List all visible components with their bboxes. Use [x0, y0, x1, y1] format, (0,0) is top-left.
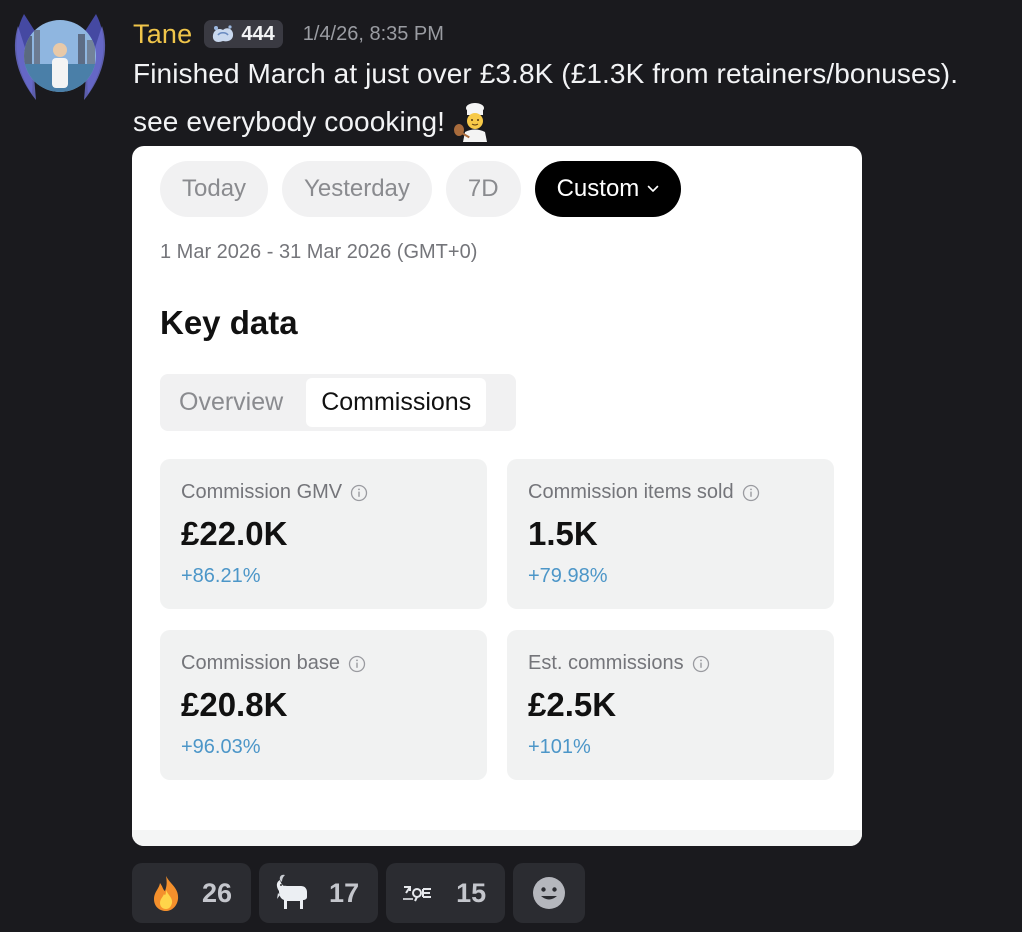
metric-label: Commission base	[181, 652, 366, 675]
metric-label: Commission items sold	[528, 481, 760, 504]
message-text-line-2-text: see everybody coooking!	[133, 106, 446, 137]
goat-icon	[276, 874, 308, 909]
metric-tile-est-commissions[interactable]: Est. commissions £2.5K +101%	[507, 630, 834, 780]
message-text-line-2: see everybody coooking!	[133, 102, 493, 142]
reactions-bar: 26 17 15	[132, 863, 586, 923]
avatar[interactable]	[10, 6, 110, 106]
date-range: 1 Mar 2026 - 31 Mar 2026 (GMT+0)	[160, 241, 478, 263]
metric-change: +101%	[528, 736, 591, 758]
metric-change: +79.98%	[528, 565, 608, 587]
metric-label-text: Commission base	[181, 652, 340, 674]
pill-today[interactable]: Today	[160, 161, 269, 217]
metric-value: £22.0K	[181, 515, 288, 552]
badge-count: 444	[241, 22, 275, 45]
pill-yesterday[interactable]: Yesterday	[282, 161, 432, 217]
metric-value: £20.8K	[181, 686, 288, 723]
avatar-image	[14, 14, 106, 100]
message-text-line-1: Finished March at just over £3.8K (£1.3K…	[133, 58, 959, 89]
metric-label: Est. commissions	[528, 652, 710, 675]
metric-tile-commission-items-sold[interactable]: Commission items sold 1.5K +79.98%	[507, 459, 834, 609]
pill-today-label: Today	[182, 175, 247, 202]
clan-badge-icon	[213, 25, 234, 42]
pill-custom-label: Custom	[556, 175, 640, 202]
reaction-count: 17	[329, 877, 360, 908]
fire-icon	[154, 876, 179, 911]
reaction-fire[interactable]: 26	[132, 863, 252, 923]
info-icon[interactable]	[692, 655, 710, 673]
metric-change: +86.21%	[181, 565, 261, 587]
section-title: Key data	[160, 304, 298, 341]
cook-emoji-icon	[454, 103, 488, 142]
custom-emoji-icon	[403, 886, 432, 902]
metric-label-text: Commission items sold	[528, 481, 734, 503]
metric-label-text: Est. commissions	[528, 652, 684, 674]
metric-value: £2.5K	[528, 686, 617, 723]
segment-commissions-label: Commissions	[321, 388, 472, 416]
chevron-down-icon	[647, 185, 659, 192]
metric-value: 1.5K	[528, 515, 598, 552]
metric-tile-commission-gmv[interactable]: Commission GMV £22.0K +86.21%	[160, 459, 487, 609]
pill-7d-label: 7D	[467, 175, 499, 202]
reaction-goat[interactable]: 17	[259, 863, 379, 923]
metric-tile-commission-base[interactable]: Commission base £20.8K +96.03%	[160, 630, 487, 780]
pill-7d[interactable]: 7D	[445, 161, 521, 217]
card-footer-strip	[132, 830, 862, 846]
segmented-control: Overview Commissions	[160, 374, 516, 431]
date-filter-pills: Today Yesterday 7D Custom	[160, 161, 682, 217]
reaction-count: 15	[456, 877, 487, 908]
add-reaction-smiley-icon	[533, 877, 566, 909]
username[interactable]: Tane	[133, 19, 192, 50]
server-tag-badge[interactable]: 444	[204, 20, 283, 48]
metric-label: Commission GMV	[181, 481, 368, 504]
discord-message: Tane 444 1/4/26, 8:35 PM Finished March …	[0, 0, 1022, 932]
message-timestamp: 1/4/26, 8:35 PM	[302, 22, 444, 45]
pill-yesterday-label: Yesterday	[304, 175, 410, 202]
metric-label-text: Commission GMV	[181, 481, 343, 503]
segment-overview[interactable]: Overview	[164, 378, 298, 427]
segment-commissions[interactable]: Commissions	[306, 378, 487, 427]
message-header: Tane 444 1/4/26, 8:35 PM	[133, 14, 444, 54]
info-icon[interactable]	[742, 484, 760, 502]
attached-screenshot[interactable]: Today Yesterday 7D Custom 1 Mar 2026 - 3…	[132, 146, 862, 846]
info-icon[interactable]	[350, 484, 368, 502]
add-reaction-button[interactable]	[513, 863, 586, 923]
reaction-custom-emoji[interactable]: 15	[386, 863, 506, 923]
segment-overview-label: Overview	[179, 388, 284, 416]
pill-custom[interactable]: Custom	[534, 161, 682, 217]
info-icon[interactable]	[348, 655, 366, 673]
metric-change: +96.03%	[181, 736, 261, 758]
reaction-count: 26	[202, 877, 233, 908]
